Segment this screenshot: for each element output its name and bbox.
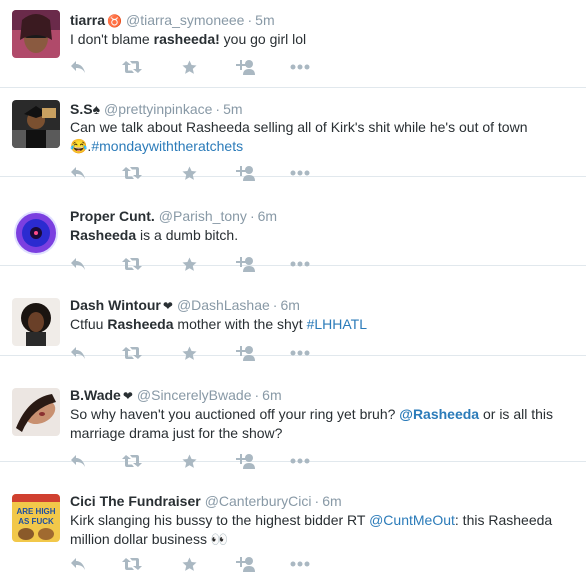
avatar[interactable] [12, 209, 60, 257]
name-badge: ❤ [122, 389, 133, 403]
separator-dot: · [254, 387, 260, 403]
avatar[interactable] [12, 298, 60, 346]
mention-link[interactable]: @Rasheeda [399, 406, 479, 422]
retweet-icon [122, 60, 142, 74]
timestamp[interactable]: 6m [262, 387, 281, 403]
favorite-button[interactable] [182, 555, 197, 573]
reply-button[interactable] [70, 58, 86, 76]
tweet-header: S.S♠ @prettyinpinkace · 5m [70, 100, 578, 118]
tweet-text: Kirk slanging his bussy to the highest b… [70, 511, 576, 549]
separator-dot: · [314, 493, 320, 509]
user-fullname[interactable]: Dash Wintour [70, 297, 161, 313]
mention-link[interactable]: @CuntMeOut [369, 512, 455, 528]
favorite-icon [182, 556, 197, 572]
tweet-header: Dash Wintour ❤ @DashLashae · 6m [70, 296, 578, 315]
name-badge: ♉ [107, 14, 122, 28]
timestamp[interactable]: 6m [322, 493, 341, 509]
retweet-icon [122, 557, 142, 571]
tweet-text: Ctfuu Rasheeda mother with the shyt #LHH… [70, 315, 576, 334]
tweet-header: Cici The Fundraiser @CanterburyCici · 6m [70, 492, 578, 510]
text-segment: mother with the shyt [173, 316, 307, 332]
avatar-text: AS FUCK [18, 517, 54, 526]
text-segment: So why haven't you auctioned off your ri… [70, 406, 400, 422]
text-segment: I don't blame [70, 31, 154, 47]
text-segment: Kirk slanging his bussy to the highest b… [70, 512, 370, 528]
follow-button[interactable] [235, 555, 255, 573]
tweet-text: I don't blame rasheeda! you go girl lol [70, 30, 576, 49]
avatar[interactable] [12, 100, 60, 148]
more-icon [290, 170, 310, 176]
more-icon [290, 561, 310, 567]
separator-dot: · [247, 12, 253, 28]
tweet-text: Can we talk about Rasheeda selling all o… [70, 118, 576, 156]
tweet-header: B.Wade ❤ @SincerelyBwade · 6m [70, 386, 578, 405]
user-handle[interactable]: @prettyinpinkace [104, 101, 212, 117]
text-segment: is a dumb bitch. [136, 227, 239, 243]
tweet[interactable]: S.S♠ @prettyinpinkace · 5m Can we talk about… [0, 88, 586, 181]
separator-dot: · [215, 101, 221, 117]
more-button[interactable] [290, 58, 310, 76]
reply-icon [70, 60, 86, 74]
separator-dot: · [249, 208, 255, 224]
tweet-header: tiarra ♉ @tiarra_symoneee · 5m [70, 11, 578, 30]
tweet-actions [70, 555, 330, 573]
text-segment: you go girl lol [219, 31, 307, 47]
retweet-button[interactable] [122, 58, 142, 76]
user-handle[interactable]: @DashLashae [177, 297, 270, 313]
avatar[interactable] [12, 10, 60, 58]
follow-button[interactable] [235, 58, 255, 76]
tweet[interactable]: Dash Wintour ❤ @DashLashae · 6m Ctfuu Rasheed… [0, 266, 586, 361]
user-handle[interactable]: @CanterburyCici [205, 493, 312, 509]
tweet-header: Proper Cunt. @Parish_tony · 6m [70, 207, 578, 225]
highlighted-keyword: Rasheeda [107, 316, 174, 332]
more-button[interactable] [290, 555, 310, 573]
follow-icon [235, 59, 255, 75]
timestamp[interactable]: 5m [223, 101, 242, 117]
avatar-text: ARE HIGH [16, 507, 55, 516]
favorite-icon [182, 59, 197, 75]
hashtag-link[interactable]: #mondaywiththeratchets [91, 138, 243, 154]
user-fullname[interactable]: B.Wade [70, 387, 121, 403]
tweet[interactable]: tiarra ♉ @tiarra_symoneee · 5m I don't blame … [0, 0, 586, 88]
tweet[interactable]: ARE HIGH AS FUCK Cici The Fundraiser @Cante… [0, 462, 586, 585]
reply-icon [70, 557, 86, 571]
tweet-actions [70, 58, 330, 76]
name-badge: ❤ [162, 299, 173, 313]
user-fullname[interactable]: S.S♠ [70, 101, 100, 117]
user-handle[interactable]: @Parish_tony [159, 208, 247, 224]
user-fullname[interactable]: tiarra [70, 12, 105, 28]
avatar[interactable] [12, 388, 60, 436]
tweet[interactable]: B.Wade ❤ @SincerelyBwade · 6m So why haven't … [0, 356, 586, 469]
timestamp[interactable]: 5m [255, 12, 274, 28]
tweet-text: Rasheeda is a dumb bitch. [70, 226, 576, 245]
timestamp[interactable]: 6m [258, 208, 277, 224]
hashtag-link[interactable]: #LHHATL [307, 316, 367, 332]
highlighted-keyword: rasheeda! [153, 31, 220, 47]
tweet-text: So why haven't you auctioned off your ri… [70, 405, 576, 443]
user-handle[interactable]: @SincerelyBwade [137, 387, 252, 403]
separator-dot: · [272, 297, 278, 313]
text-segment: Ctfuu [70, 316, 108, 332]
timestamp[interactable]: 6m [280, 297, 299, 313]
user-fullname[interactable]: Proper Cunt. [70, 208, 155, 224]
favorite-button[interactable] [182, 58, 197, 76]
more-icon [290, 64, 310, 70]
reply-button[interactable] [70, 555, 86, 573]
retweet-button[interactable] [122, 555, 142, 573]
avatar[interactable]: ARE HIGH AS FUCK [12, 494, 60, 542]
tweet[interactable]: Proper Cunt. @Parish_tony · 6m Rasheeda is a… [0, 177, 586, 272]
follow-icon [235, 556, 255, 572]
highlighted-keyword: Rasheeda [70, 227, 137, 243]
user-fullname[interactable]: Cici The Fundraiser [70, 493, 201, 509]
user-handle[interactable]: @tiarra_symoneee [126, 12, 245, 28]
